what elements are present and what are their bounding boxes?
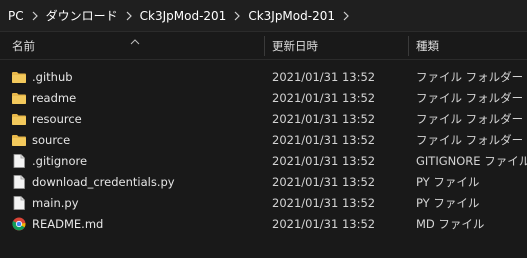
file-row[interactable]: readme 2021/01/31 13:52 ファイル フォルダー	[0, 87, 527, 108]
breadcrumb-folder-1[interactable]: Ck3JpMod-201	[138, 0, 229, 31]
file-name-cell[interactable]: readme	[12, 87, 76, 108]
chevron-right-icon[interactable]	[26, 0, 44, 31]
breadcrumb-label: PC	[8, 8, 24, 23]
column-name-header[interactable]: 名前	[12, 32, 262, 60]
folder-icon	[12, 91, 26, 105]
file-name-cell[interactable]: README.md	[12, 213, 103, 234]
file-type: PY ファイル	[416, 174, 480, 189]
file-list: .github 2021/01/31 13:52 ファイル フォルダー read…	[0, 66, 527, 234]
file-name: download_credentials.py	[32, 174, 175, 189]
column-name-label: 名前	[12, 39, 35, 53]
file-row[interactable]: download_credentials.py 2021/01/31 13:52…	[0, 171, 527, 192]
file-row[interactable]: README.md 2021/01/31 13:52 MD ファイル	[0, 213, 527, 234]
file-row[interactable]: main.py 2021/01/31 13:52 PY ファイル	[0, 192, 527, 213]
file-row[interactable]: .github 2021/01/31 13:52 ファイル フォルダー	[0, 66, 527, 87]
breadcrumb-label: Ck3JpMod-201	[139, 8, 227, 23]
file-icon	[12, 174, 26, 189]
file-type: ファイル フォルダー	[416, 132, 524, 147]
file-date: 2021/01/31 13:52	[272, 153, 376, 168]
file-name-cell[interactable]: download_credentials.py	[12, 171, 175, 192]
file-row[interactable]: resource 2021/01/31 13:52 ファイル フォルダー	[0, 108, 527, 129]
file-name: main.py	[32, 195, 79, 210]
column-header: 名前 更新日時 種類	[0, 32, 527, 60]
file-type: ファイル フォルダー	[416, 111, 524, 126]
file-type: GITIGNORE ファイル	[416, 153, 527, 168]
file-row[interactable]: source 2021/01/31 13:52 ファイル フォルダー	[0, 129, 527, 150]
file-name-cell[interactable]: resource	[12, 108, 82, 129]
file-name: .gitignore	[32, 153, 88, 168]
breadcrumb-label: Ck3JpMod-201	[248, 8, 335, 23]
file-row[interactable]: .gitignore 2021/01/31 13:52 GITIGNORE ファ…	[0, 150, 527, 171]
file-name-cell[interactable]: main.py	[12, 192, 79, 213]
file-icon	[12, 195, 26, 210]
breadcrumb-label: ダウンロード	[45, 9, 118, 23]
file-date: 2021/01/31 13:52	[272, 174, 376, 189]
file-type: ファイル フォルダー	[416, 69, 524, 84]
file-name: .github	[32, 69, 73, 84]
folder-icon	[12, 133, 26, 147]
file-name-cell[interactable]: source	[12, 129, 70, 150]
column-date-header[interactable]: 更新日時	[272, 32, 407, 60]
column-type-label: 種類	[416, 39, 439, 53]
file-date: 2021/01/31 13:52	[272, 195, 376, 210]
breadcrumb-downloads[interactable]: ダウンロード	[44, 0, 120, 31]
file-date: 2021/01/31 13:52	[272, 216, 376, 231]
file-name: README.md	[32, 216, 104, 231]
column-divider[interactable]	[264, 36, 265, 56]
file-type: PY ファイル	[416, 195, 480, 210]
folder-icon	[12, 112, 26, 126]
file-type: ファイル フォルダー	[416, 90, 524, 105]
chrome-icon	[12, 217, 26, 231]
file-name-cell[interactable]: .github	[12, 66, 73, 87]
column-type-header[interactable]: 種類	[416, 32, 526, 60]
breadcrumb-folder-2[interactable]: Ck3JpMod-201	[246, 0, 337, 31]
breadcrumb-pc[interactable]: PC	[6, 0, 26, 31]
file-date: 2021/01/31 13:52	[272, 69, 376, 84]
chevron-right-icon[interactable]	[228, 0, 246, 31]
chevron-right-icon[interactable]	[120, 0, 138, 31]
file-date: 2021/01/31 13:52	[272, 111, 376, 126]
file-type: MD ファイル	[416, 216, 485, 231]
address-bar[interactable]: PC ダウンロード Ck3JpMod-201 Ck3JpMod-201	[0, 0, 527, 32]
file-date: 2021/01/31 13:52	[272, 90, 376, 105]
file-name: readme	[32, 90, 77, 105]
file-date: 2021/01/31 13:52	[272, 132, 376, 147]
file-name: resource	[32, 111, 82, 126]
file-name: source	[32, 132, 71, 147]
folder-icon	[12, 70, 26, 84]
chevron-right-icon[interactable]	[337, 0, 355, 31]
column-date-label: 更新日時	[272, 39, 318, 53]
file-icon	[12, 153, 26, 168]
file-name-cell[interactable]: .gitignore	[12, 150, 87, 171]
column-divider[interactable]	[408, 36, 409, 56]
